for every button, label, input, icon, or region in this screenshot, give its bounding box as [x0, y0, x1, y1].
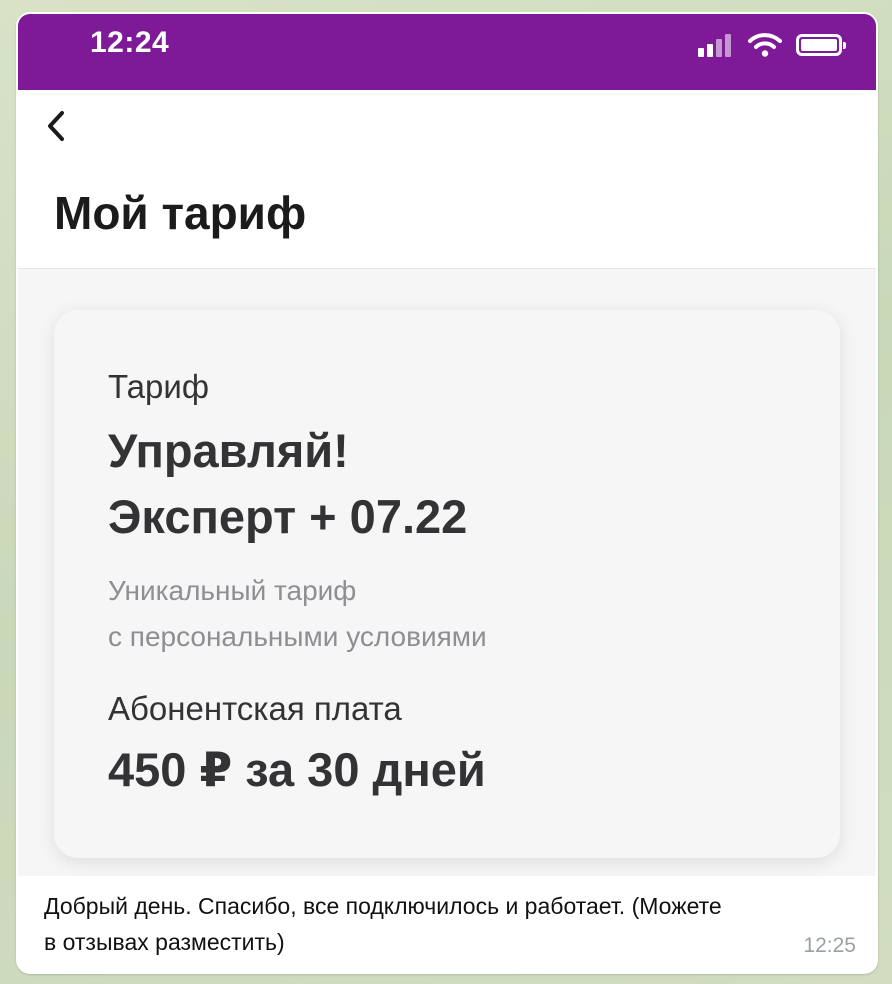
- tariff-name: Управляй! Эксперт + 07.22: [108, 418, 728, 550]
- subscription-fee-label: Абонентская плата: [108, 690, 402, 727]
- tariff-name-line-2: Эксперт + 07.22: [108, 490, 468, 543]
- subscription-fee-value: 450 ₽ за 30 дней: [108, 743, 486, 796]
- wifi-icon: [748, 33, 782, 57]
- back-button[interactable]: [36, 106, 76, 146]
- screen-header: Мой тариф: [18, 90, 876, 269]
- tariff-description-line-1: Уникальный тариф: [108, 575, 357, 606]
- message-bubble[interactable]: 12:24 Мой тариф Тариф Управляй! Эксперт …: [16, 12, 878, 974]
- phone-status-bar: 12:24: [18, 14, 876, 90]
- tariff-description-line-2: с персональными условиями: [108, 621, 487, 652]
- status-time: 12:24: [90, 26, 170, 59]
- message-text-line-2: в отзывах разместить): [44, 929, 285, 955]
- battery-icon: [796, 34, 846, 56]
- signal-icon: [698, 33, 734, 57]
- message-timestamp: 12:25: [803, 934, 856, 957]
- attached-screenshot[interactable]: 12:24 Мой тариф Тариф Управляй! Эксперт …: [18, 14, 876, 876]
- tariff-card: Тариф Управляй! Эксперт + 07.22 Уникальн…: [54, 310, 840, 858]
- tariff-label: Тариф: [108, 368, 209, 405]
- message-text-line-1: Добрый день. Спасибо, все подключилось и…: [44, 893, 722, 919]
- status-icons: [698, 30, 846, 60]
- tariff-description: Уникальный тариф с персональными условия…: [108, 568, 728, 660]
- message-text: Добрый день. Спасибо, все подключилось и…: [44, 888, 844, 960]
- page-title: Мой тариф: [54, 187, 307, 239]
- tariff-name-line-1: Управляй!: [108, 424, 349, 477]
- chevron-left-icon: [48, 111, 64, 141]
